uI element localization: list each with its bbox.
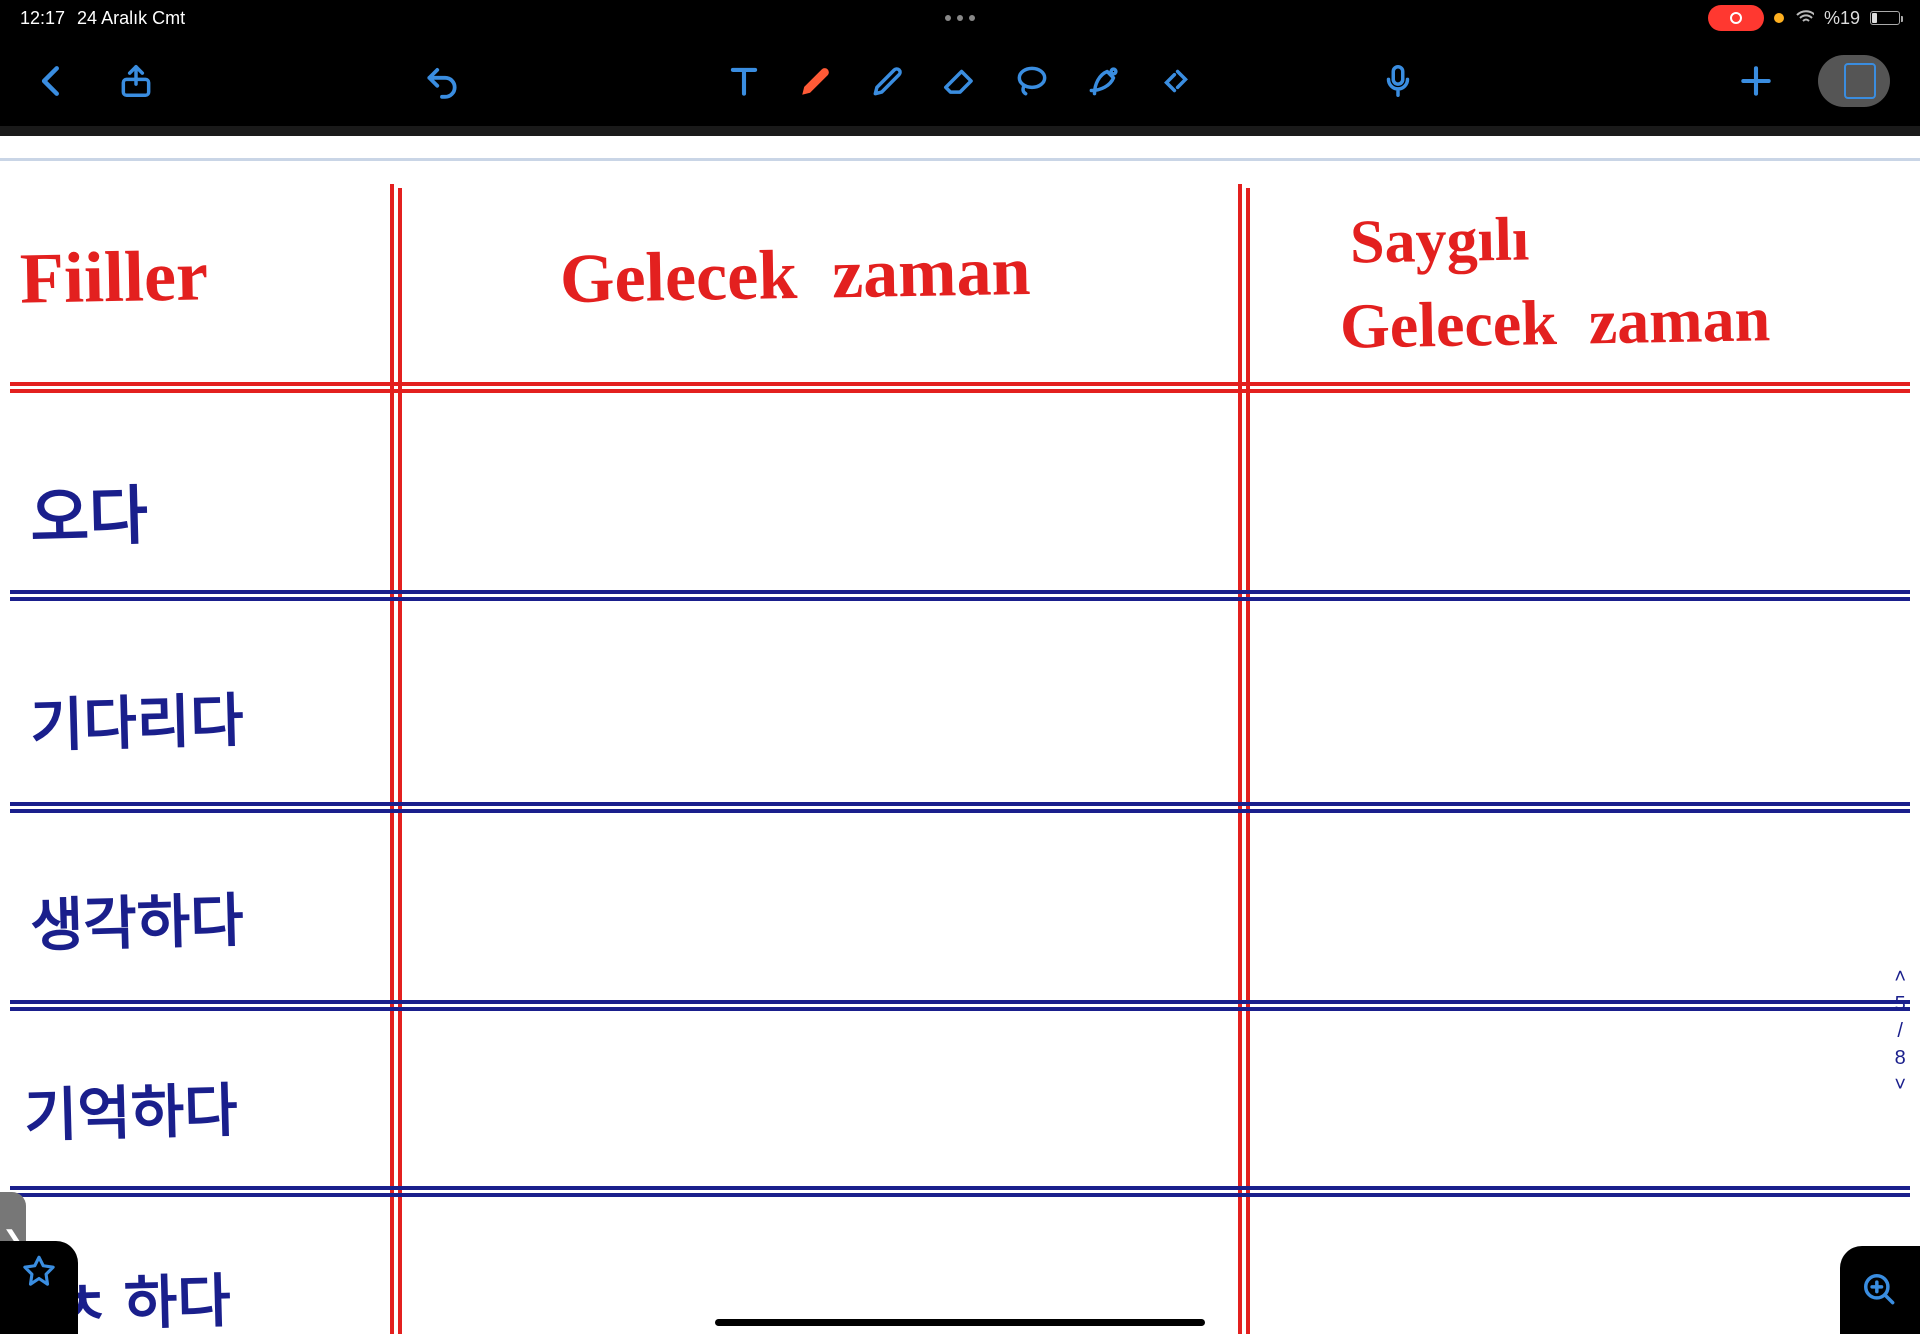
chevron-down-icon[interactable]: ˅ <box>1894 1074 1906 1097</box>
table-row: ㅊ 하다 <box>55 1254 232 1334</box>
battery-percent: %19 <box>1824 8 1860 29</box>
highlighter-tool[interactable] <box>866 59 910 103</box>
paper[interactable]: Fiiller Gelecek zaman Saygılı Gelecek za… <box>0 136 1920 1334</box>
battery-icon <box>1870 11 1900 25</box>
table-column-line <box>1246 188 1250 1334</box>
zoom-button[interactable] <box>1840 1246 1920 1334</box>
table-row: 생각하다 <box>29 873 245 963</box>
screen-record-indicator[interactable] <box>1708 5 1764 31</box>
shape-tool[interactable] <box>1082 59 1126 103</box>
page-navigator[interactable]: ˄ 5 / 8 ˅ <box>1894 966 1906 1097</box>
table-row: 오다 <box>29 464 149 559</box>
dot-icon <box>957 15 963 21</box>
status-left: 12:17 24 Aralık Cmt <box>20 8 185 29</box>
lasso-tool[interactable] <box>1010 59 1054 103</box>
table-row-line <box>10 597 1910 601</box>
clock: 12:17 <box>20 8 65 29</box>
dot-icon <box>945 15 951 21</box>
home-indicator[interactable] <box>715 1319 1205 1326</box>
wifi-icon <box>1794 6 1814 31</box>
record-icon <box>1730 12 1742 24</box>
page-current: 5 <box>1895 993 1906 1016</box>
table-header-col2: Gelecek zaman <box>559 232 1031 320</box>
table-row-line <box>10 1007 1910 1011</box>
table-row-line <box>10 1193 1910 1197</box>
table-row: 기억하다 <box>23 1063 239 1153</box>
add-button[interactable] <box>1734 59 1778 103</box>
table-header-line <box>10 389 1910 393</box>
status-right: %19 <box>1708 5 1900 31</box>
table-column-line <box>398 188 402 1334</box>
link-tool[interactable] <box>1154 59 1198 103</box>
multitask-dots[interactable] <box>945 15 975 21</box>
page-total: 8 <box>1895 1047 1906 1070</box>
table-row-line <box>10 809 1910 813</box>
dot-icon <box>969 15 975 21</box>
zoom-in-icon <box>1861 1271 1899 1309</box>
date: 24 Aralık Cmt <box>77 8 185 29</box>
table-header-col1: Fiiller <box>19 234 208 320</box>
undo-button[interactable] <box>420 59 464 103</box>
note-canvas[interactable]: Fiiller Gelecek zaman Saygılı Gelecek za… <box>0 126 1920 1334</box>
star-icon <box>22 1253 56 1287</box>
chevron-up-icon[interactable]: ˄ <box>1894 966 1906 989</box>
table-row-line <box>10 1000 1910 1004</box>
table-header-col3-line1: Saygılı <box>1349 204 1529 278</box>
favorites-tab[interactable] <box>0 1241 78 1334</box>
table-row: 기다리다 <box>29 673 245 763</box>
table-row-line <box>10 1186 1910 1190</box>
back-button[interactable] <box>30 59 74 103</box>
eraser-tool[interactable] <box>938 59 982 103</box>
mic-active-dot-icon <box>1774 13 1784 23</box>
share-button[interactable] <box>114 59 158 103</box>
table-column-line <box>390 184 394 1334</box>
app-toolbar <box>0 36 1920 126</box>
table-column-line <box>1238 184 1242 1334</box>
table-header-col3-line2: Gelecek zaman <box>1339 282 1770 363</box>
tool-palette <box>722 59 1198 103</box>
text-tool[interactable] <box>722 59 766 103</box>
pages-button[interactable] <box>1818 55 1890 107</box>
table-row-line <box>10 590 1910 594</box>
page-sep: / <box>1897 1020 1903 1043</box>
pen-tool[interactable] <box>794 59 838 103</box>
table-row-line <box>10 802 1910 806</box>
mic-button[interactable] <box>1376 59 1420 103</box>
status-bar: 12:17 24 Aralık Cmt %19 <box>0 0 1920 36</box>
table-header-line <box>10 382 1910 386</box>
